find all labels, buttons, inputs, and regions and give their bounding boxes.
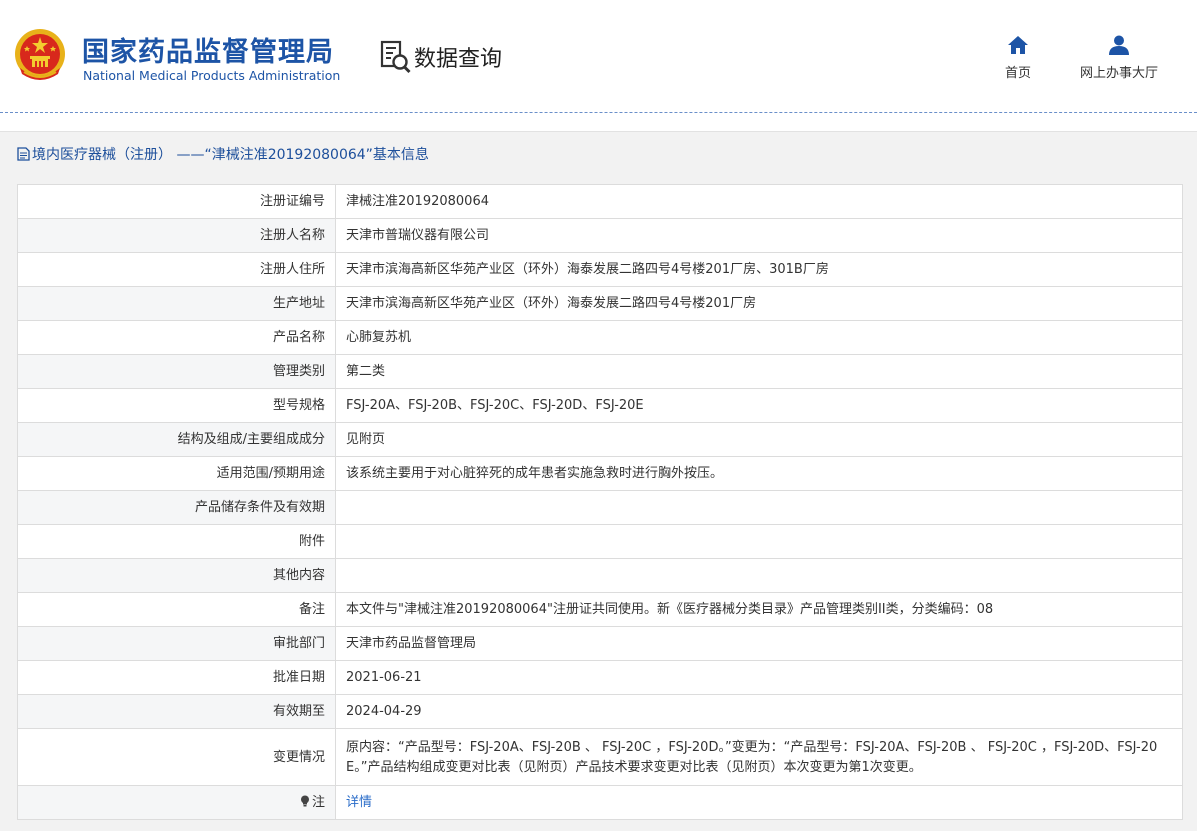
row-value: FSJ-20A、FSJ-20B、FSJ-20C、FSJ-20D、FSJ-20E: [335, 388, 1183, 423]
row-value: 天津市普瑞仪器有限公司: [335, 218, 1183, 253]
row-value: 本文件与"津械注准20192080064"注册证共同使用。新《医疗器械分类目录》…: [335, 592, 1183, 627]
row-label: 注册人住所: [17, 252, 336, 287]
site-header: 国家药品监督管理局 National Medical Products Admi…: [0, 0, 1197, 113]
nav-service-hall[interactable]: 网上办事大厅: [1074, 34, 1164, 81]
row-label: 结构及组成/主要组成成分: [17, 422, 336, 457]
row-value: [335, 490, 1183, 525]
table-row: 型号规格 FSJ-20A、FSJ-20B、FSJ-20C、FSJ-20D、FSJ-…: [17, 388, 1183, 423]
row-label: 有效期至: [17, 694, 336, 729]
national-emblem-icon: [15, 29, 65, 80]
table-row: 注册证编号 津械注准20192080064: [17, 184, 1183, 219]
row-value: 2024-04-29: [335, 694, 1183, 729]
table-row: 适用范围/预期用途 该系统主要用于对心脏猝死的成年患者实施急救时进行胸外按压。: [17, 456, 1183, 491]
note-value-cell: 详情: [335, 785, 1183, 820]
table-row: 管理类别 第二类: [17, 354, 1183, 389]
row-label: 附件: [17, 524, 336, 559]
row-value: [335, 558, 1183, 593]
table-row: 附件: [17, 524, 1183, 559]
row-label: 生产地址: [17, 286, 336, 321]
data-query-link[interactable]: 数据查询: [380, 40, 502, 74]
site-subtitle: National Medical Products Administration: [83, 68, 341, 83]
info-table-wrapper: 注册证编号 津械注准20192080064 注册人名称 天津市普瑞仪器有限公司 注册…: [17, 184, 1183, 820]
note-label-cell: 注: [17, 785, 336, 820]
panel-title: 境内医疗器械（注册） ——“津械注准20192080064”基本信息: [17, 144, 429, 164]
detail-panel: 境内医疗器械（注册） ——“津械注准20192080064”基本信息 注册证编号…: [0, 131, 1197, 831]
row-label: 批准日期: [17, 660, 336, 695]
panel-title-text: 境内医疗器械（注册） ——“津械注准20192080064”基本信息: [32, 147, 429, 163]
info-table: 注册证编号 津械注准20192080064 注册人名称 天津市普瑞仪器有限公司 注册…: [17, 184, 1183, 820]
user-icon: [1109, 35, 1129, 55]
details-link[interactable]: 详情: [346, 795, 372, 810]
table-row: 产品储存条件及有效期: [17, 490, 1183, 525]
table-row: 备注 本文件与"津械注准20192080064"注册证共同使用。新《医疗器械分类目…: [17, 592, 1183, 627]
document-icon: [17, 147, 30, 161]
row-label: 注册人名称: [17, 218, 336, 253]
row-label: 注册证编号: [17, 184, 336, 219]
row-value: 2021-06-21: [335, 660, 1183, 695]
site-title: 国家药品监督管理局: [82, 37, 334, 68]
table-row: 变更情况 原内容：“产品型号：FSJ-20A、FSJ-20B 、 FSJ-20C …: [17, 728, 1183, 786]
data-query-label: 数据查询: [414, 47, 503, 72]
table-row: 批准日期 2021-06-21: [17, 660, 1183, 695]
row-label: 管理类别: [17, 354, 336, 389]
row-label: 变更情况: [17, 728, 336, 786]
row-value: 原内容：“产品型号：FSJ-20A、FSJ-20B 、 FSJ-20C ，FSJ…: [335, 728, 1183, 786]
row-label: 审批部门: [17, 626, 336, 661]
row-label: 产品储存条件及有效期: [17, 490, 336, 525]
note-label: 注: [311, 795, 325, 810]
home-icon: [1008, 36, 1028, 54]
row-label: 型号规格: [17, 388, 336, 423]
row-value: 天津市滨海高新区华苑产业区（环外）海泰发展二路四号4号楼201厂房、301B厂房: [335, 252, 1183, 287]
note-row: 注 详情: [17, 785, 1183, 820]
row-value: 心肺复苏机: [335, 320, 1183, 355]
row-value: 见附页: [335, 422, 1183, 457]
row-label: 其他内容: [17, 558, 336, 593]
row-label: 适用范围/预期用途: [17, 456, 336, 491]
table-row: 注册人名称 天津市普瑞仪器有限公司: [17, 218, 1183, 253]
row-value: 津械注准20192080064: [335, 184, 1183, 219]
table-row: 其他内容: [17, 558, 1183, 593]
search-document-icon: [380, 40, 411, 74]
table-row: 结构及组成/主要组成成分 见附页: [17, 422, 1183, 457]
nav-home[interactable]: 首页: [1003, 34, 1033, 81]
row-label: 产品名称: [17, 320, 336, 355]
table-row: 有效期至 2024-04-29: [17, 694, 1183, 729]
header-divider: [0, 112, 1197, 113]
nav-home-label: 首页: [1004, 66, 1031, 81]
row-value: 第二类: [335, 354, 1183, 389]
row-value: 天津市滨海高新区华苑产业区（环外）海泰发展二路四号4号楼201厂房: [335, 286, 1183, 321]
row-value: 天津市药品监督管理局: [335, 626, 1183, 661]
table-row: 审批部门 天津市药品监督管理局: [17, 626, 1183, 661]
nav-service-hall-label: 网上办事大厅: [1079, 66, 1158, 81]
table-row: 产品名称 心肺复苏机: [17, 320, 1183, 355]
table-row: 注册人住所 天津市滨海高新区华苑产业区（环外）海泰发展二路四号4号楼201厂房、3…: [17, 252, 1183, 287]
table-row: 生产地址 天津市滨海高新区华苑产业区（环外）海泰发展二路四号4号楼201厂房: [17, 286, 1183, 321]
bulb-icon: [300, 795, 309, 807]
row-value: [335, 524, 1183, 559]
row-value: 该系统主要用于对心脏猝死的成年患者实施急救时进行胸外按压。: [335, 456, 1183, 491]
row-label: 备注: [17, 592, 336, 627]
